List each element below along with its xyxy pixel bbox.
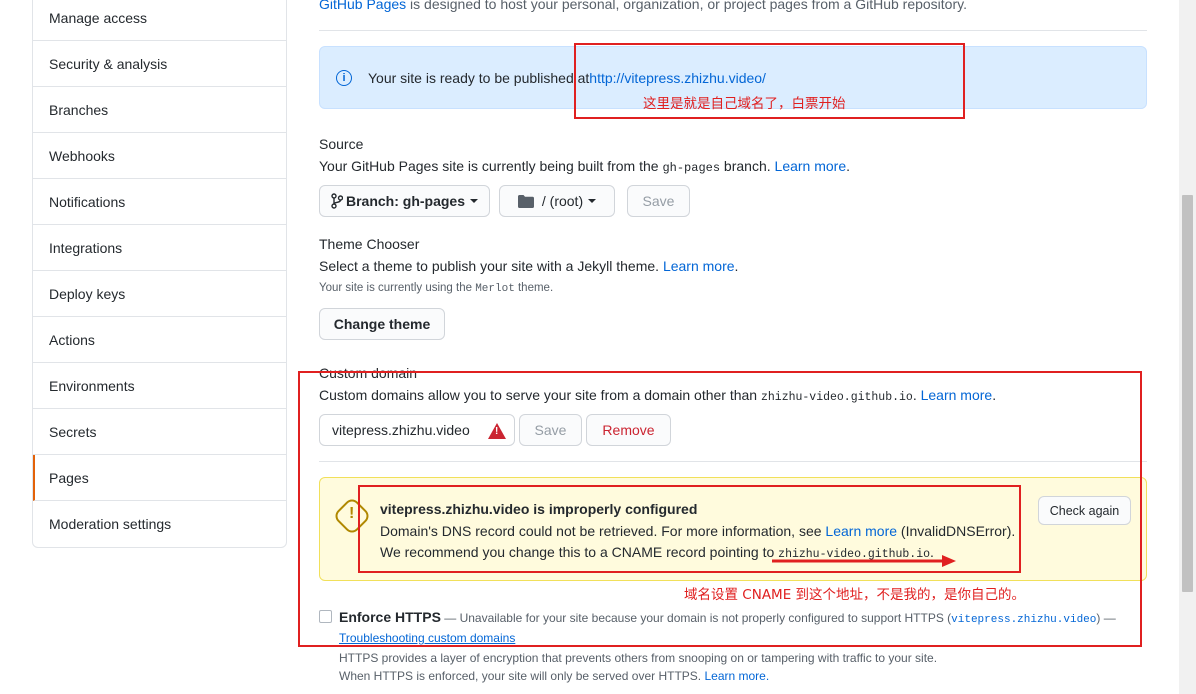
annotation-note-domain: 这里是就是自己域名了，白票开始 [643,96,846,112]
sidebar-item-label: Integrations [49,239,123,256]
github-pages-link[interactable]: GitHub Pages [319,0,406,12]
sidebar-item-secrets[interactable]: Secrets [33,409,286,455]
theme-description: Select a theme to publish your site with… [319,258,739,274]
sidebar-item-label: Environments [49,377,135,394]
annotation-note-cname: 域名设置 CNAME 到这个地址，不是我的，是你自己的。 [684,587,1026,603]
theme-chooser-title: Theme Chooser [319,236,420,252]
annotation-arrow-icon [772,555,956,567]
branch-select-label: Branch: gh-pages [345,193,465,209]
source-save-button[interactable]: Save [627,185,690,217]
sidebar-item-label: Branches [49,101,109,118]
sidebar-item-pages[interactable]: Pages [33,455,286,501]
theme-learn-more-link[interactable]: Learn more [663,258,735,274]
branch-select-button[interactable]: Branch: gh-pages [319,185,490,217]
source-description: Your GitHub Pages site is currently bein… [319,158,851,175]
branch-icon [331,193,343,209]
chevron-down-icon [588,199,597,203]
sidebar-item-integrations[interactable]: Integrations [33,225,286,271]
sidebar-item-manage-access[interactable]: Manage access [33,0,286,41]
info-icon: i [336,69,352,86]
sidebar-item-moderation-settings[interactable]: Moderation settings [33,501,286,547]
site-ready-text: Your site is ready to be published at [368,69,590,86]
https-info-1: HTTPS provides a layer of encryption tha… [339,651,938,665]
sidebar-item-label: Manage access [49,9,148,26]
sidebar-item-branches[interactable]: Branches [33,87,286,133]
sidebar-item-environments[interactable]: Environments [33,363,286,409]
change-theme-button[interactable]: Change theme [319,308,445,340]
sidebar-item-label: Secrets [49,423,97,440]
folder-icon [517,194,534,208]
scrollbar-thumb[interactable] [1182,195,1193,592]
sidebar-item-deploy-keys[interactable]: Deploy keys [33,271,286,317]
https-learn-more-link[interactable]: Learn more. [704,669,769,683]
sidebar-item-webhooks[interactable]: Webhooks [33,133,286,179]
sidebar-item-label: Webhooks [49,147,115,164]
sidebar-item-label: Notifications [49,193,126,210]
folder-select-label: / (root) [541,193,584,209]
branch-code: gh-pages [662,161,721,175]
sidebar-item-actions[interactable]: Actions [33,317,286,363]
folder-select-button[interactable]: / (root) [499,185,615,217]
source-title: Source [319,136,364,152]
sidebar-item-label: Moderation settings [49,516,172,532]
settings-sidebar: Manage access Security & analysis Branch… [32,0,287,548]
page-scrollbar[interactable] [1179,0,1196,694]
theme-name: Merlot [475,283,515,295]
sidebar-item-label: Actions [49,331,95,348]
sidebar-item-security-analysis[interactable]: Security & analysis [33,41,286,87]
sidebar-item-label: Pages [49,469,89,486]
https-info-2: When HTTPS is enforced, your site will o… [339,669,770,683]
divider [319,30,1147,31]
theme-note: Your site is currently using the Merlot … [319,282,554,295]
sidebar-item-label: Deploy keys [49,285,126,302]
pages-intro: GitHub Pages is designed to host your pe… [319,0,967,12]
sidebar-item-label: Security & analysis [49,55,168,72]
source-learn-more-link[interactable]: Learn more [775,158,847,174]
chevron-down-icon [470,199,478,203]
sidebar-item-notifications[interactable]: Notifications [33,179,286,225]
intro-text: is designed to host your personal, organ… [406,0,967,12]
